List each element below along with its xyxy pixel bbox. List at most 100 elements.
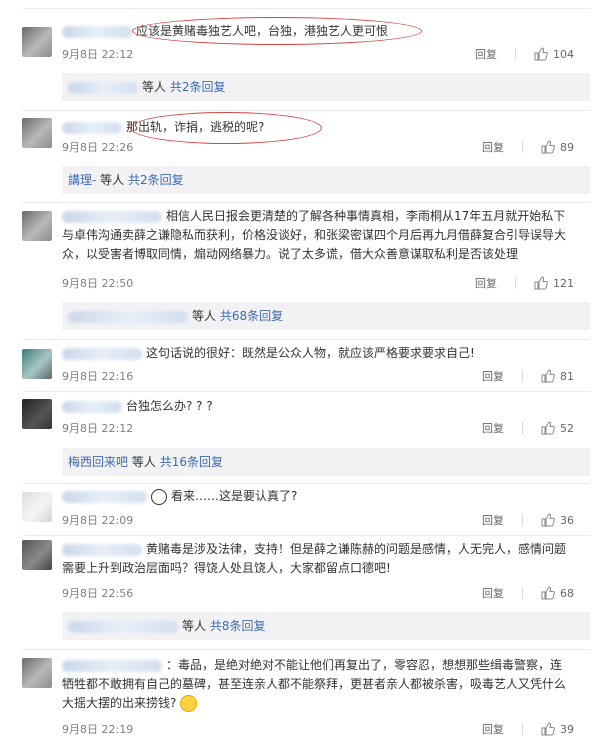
thumbs-up-icon — [541, 140, 555, 154]
like-button[interactable]: 121 — [534, 276, 574, 290]
view-replies-link[interactable]: 共2条回复 — [128, 173, 184, 187]
sub-reply-bar: 梅西回来吧 等人 共16条回复 — [62, 448, 590, 476]
comment-time: 9月8日 22:56 — [62, 587, 134, 600]
reply-button[interactable]: 回复 — [482, 721, 504, 737]
sub-reply-bar: 等人 共2条回复 — [62, 73, 590, 101]
like-count: 68 — [560, 586, 574, 600]
like-count: 104 — [553, 47, 574, 61]
thumbs-up-icon — [541, 421, 555, 435]
comment-time: 9月8日 22:19 — [62, 723, 134, 736]
sub-reply-suffix: 等人 — [182, 619, 207, 633]
like-count: 121 — [553, 276, 574, 290]
smile-emoji-icon — [180, 695, 198, 712]
divider — [522, 370, 523, 382]
reply-button[interactable]: 回复 — [482, 420, 504, 436]
reply-button[interactable]: 回复 — [475, 275, 497, 291]
comment-text: 这句话说的很好：既然是公众人物，就应该严格要求要求自己! — [62, 344, 570, 363]
comment-actions: 回复 81 — [482, 368, 574, 384]
avatar[interactable] — [22, 349, 52, 379]
comment-text: 看来……这是要认真了? — [62, 487, 570, 506]
view-replies-link[interactable]: 共8条回复 — [210, 619, 266, 633]
like-button[interactable]: 81 — [541, 369, 574, 383]
thumbs-up-icon — [534, 47, 548, 61]
comment-time: 9月8日 22:26 — [62, 141, 134, 154]
divider — [22, 391, 590, 392]
divider — [522, 422, 523, 434]
comment-actions: 回复 104 — [475, 46, 574, 62]
blurred-username[interactable] — [62, 400, 122, 413]
like-count: 89 — [560, 140, 574, 154]
like-button[interactable]: 68 — [541, 586, 574, 600]
comment-feed: 应该是黄赌毒独艺人吧，台独，港独艺人更可恨 9月8日 22:12 回复 104 … — [0, 0, 600, 744]
avatar[interactable] — [22, 211, 52, 241]
like-count: 36 — [560, 513, 574, 527]
sub-reply-suffix: 等人 — [131, 455, 156, 469]
divider — [22, 535, 590, 536]
divider — [522, 141, 523, 153]
sub-reply-user[interactable]: 講理- — [68, 173, 96, 187]
comment-text: 台独怎么办? ? ? — [62, 397, 570, 416]
reply-button[interactable]: 回复 — [482, 139, 504, 155]
comment-actions: 回复 68 — [482, 585, 574, 601]
blurred-username[interactable] — [68, 620, 178, 633]
comment-actions: 回复 121 — [475, 275, 574, 291]
sub-reply-suffix: 等人 — [100, 173, 125, 187]
blurred-username[interactable] — [68, 81, 138, 94]
blurred-username[interactable] — [62, 121, 122, 134]
comment-time: 9月8日 22:50 — [62, 277, 134, 290]
comment-actions: 回复 36 — [482, 512, 574, 528]
thumbs-up-icon — [534, 276, 548, 290]
blurred-username[interactable] — [62, 490, 147, 503]
blurred-username[interactable] — [62, 347, 142, 360]
comment-time: 9月8日 22:09 — [62, 514, 134, 527]
comment-body: 台独怎么办? ? ? — [126, 399, 213, 413]
view-replies-link[interactable]: 共68条回复 — [220, 309, 283, 323]
thumbs-up-icon — [541, 369, 555, 383]
avatar[interactable] — [22, 492, 52, 522]
like-button[interactable]: 52 — [541, 421, 574, 435]
sub-reply-user[interactable]: 梅西回来吧 — [68, 455, 128, 469]
comment-body: 看来……这是要认真了? — [171, 489, 298, 503]
like-button[interactable]: 89 — [541, 140, 574, 154]
blurred-username[interactable] — [62, 25, 132, 38]
panda-emoji-icon — [151, 488, 167, 505]
reply-button[interactable]: 回复 — [482, 368, 504, 384]
divider — [515, 277, 516, 289]
comment-text: 黄赌毒是涉及法律，支持！但是薛之谦陈赫的问题是感情，人无完人，感情问题需要上升到… — [62, 540, 570, 578]
divider — [22, 339, 590, 340]
sub-reply-bar: 等人 共68条回复 — [62, 302, 590, 330]
avatar[interactable] — [22, 27, 52, 57]
comment-actions: 回复 39 — [482, 721, 574, 737]
view-replies-link[interactable]: 共2条回复 — [170, 80, 226, 94]
like-button[interactable]: 36 — [541, 513, 574, 527]
blurred-username[interactable] — [68, 310, 188, 323]
divider — [22, 110, 590, 111]
divider — [22, 202, 590, 203]
avatar[interactable] — [22, 399, 52, 429]
comment-text: ：毒品，是绝对绝对不能让他们再复出了，零容忍，想想那些缉毒警察，连牺牲都不敢拥有… — [62, 656, 570, 713]
avatar[interactable] — [22, 658, 52, 688]
divider — [22, 483, 590, 484]
view-replies-link[interactable]: 共16条回复 — [160, 455, 223, 469]
divider — [22, 649, 590, 650]
reply-button[interactable]: 回复 — [482, 585, 504, 601]
like-count: 39 — [560, 722, 574, 736]
sub-reply-suffix: 等人 — [142, 80, 167, 94]
sub-reply-suffix: 等人 — [192, 309, 217, 323]
blurred-username[interactable] — [62, 543, 142, 556]
like-button[interactable]: 104 — [534, 47, 574, 61]
avatar[interactable] — [22, 540, 52, 570]
comment-actions: 回复 52 — [482, 420, 574, 436]
divider — [522, 723, 523, 735]
avatar[interactable] — [22, 118, 52, 148]
divider — [515, 48, 516, 60]
comment-text: 相信人民日报会更清楚的了解各种事情真相，李雨桐从17年五月就开始私下与卓伟沟通卖… — [62, 207, 570, 264]
blurred-username[interactable] — [62, 659, 162, 672]
blurred-username[interactable] — [62, 210, 162, 223]
thumbs-up-icon — [541, 586, 555, 600]
comment-time: 9月8日 22:16 — [62, 370, 134, 383]
reply-button[interactable]: 回复 — [475, 46, 497, 62]
reply-button[interactable]: 回复 — [482, 512, 504, 528]
sub-reply-bar: 講理- 等人 共2条回复 — [62, 166, 590, 194]
like-button[interactable]: 39 — [541, 722, 574, 736]
